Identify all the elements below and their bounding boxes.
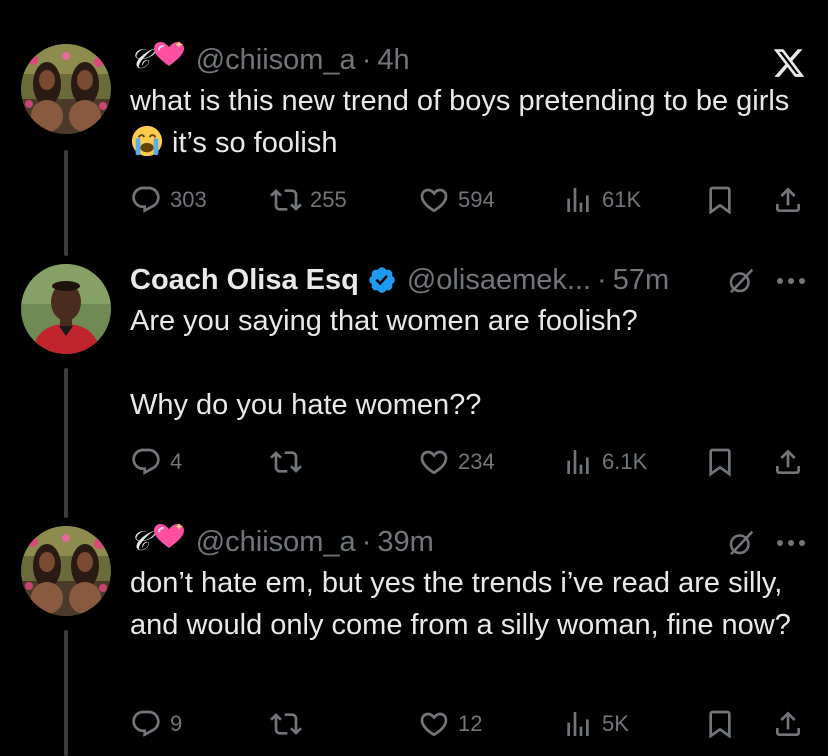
reply-icon (130, 708, 162, 740)
grok-icon[interactable] (726, 528, 756, 558)
like-count: 234 (458, 449, 495, 474)
views-count: 61K (602, 187, 642, 212)
views-count: 6.1K (602, 449, 648, 474)
repost-button[interactable] (270, 704, 310, 744)
handle[interactable]: @chiisom_a (196, 38, 356, 82)
reply-icon (130, 446, 162, 478)
reply-count: 303 (170, 187, 207, 212)
repost-count: 255 (310, 187, 347, 212)
views-count: 5K (602, 711, 629, 736)
top-right-controls (726, 266, 806, 296)
tweet-header: Coach Olisa Esq @olisaemek... · 57m (130, 258, 808, 302)
like-count: 594 (458, 187, 495, 212)
repost-icon (270, 184, 302, 216)
thread-connector-line (64, 630, 68, 756)
top-right-controls (772, 46, 806, 80)
avatar[interactable] (21, 264, 111, 354)
views-icon (562, 184, 594, 216)
tweet-text: Are you saying that women are foolish? W… (130, 305, 638, 421)
thread-connector-line (64, 150, 68, 256)
like-icon (418, 184, 450, 216)
thread-connector-line (64, 368, 68, 518)
tweet-content: Coach Olisa Esq @olisaemek... · 57m Are … (130, 258, 808, 426)
views-icon (562, 446, 594, 478)
reply-count: 9 (170, 711, 183, 736)
loudly-crying-face-icon (131, 125, 163, 157)
reply-button[interactable]: 303 (130, 180, 207, 220)
avatar[interactable] (21, 526, 111, 616)
separator-dot: · (597, 264, 607, 296)
display-name[interactable]: 𝒞 (130, 38, 150, 82)
like-icon (418, 446, 450, 478)
display-name[interactable]: 𝒞 (130, 520, 150, 564)
reply-icon (130, 184, 162, 216)
sparkling-heart-icon (152, 522, 186, 550)
grok-icon[interactable] (726, 266, 756, 296)
tweet-text-part-2: it’s so foolish (172, 127, 338, 159)
timestamp[interactable]: 4h (377, 38, 409, 82)
sparkling-heart-icon (152, 40, 186, 68)
repost-icon (270, 446, 302, 478)
like-button[interactable]: 12 (418, 704, 482, 744)
bookmark-icon (704, 446, 736, 478)
tweet-actions: 4 234 6.1K (130, 442, 808, 482)
bookmark-button[interactable] (704, 704, 736, 744)
views-icon (562, 708, 594, 740)
share-button[interactable] (772, 442, 804, 482)
x-logo-icon[interactable] (772, 46, 806, 80)
handle[interactable]: @chiisom_a (196, 520, 356, 564)
tweet-content: 𝒞 @chiisom_a · 39m don’t hate em, but ye… (130, 520, 808, 646)
tweet-thread: 𝒞 @chiisom_a · 4h what is this new trend… (0, 0, 828, 756)
repost-icon (270, 708, 302, 740)
views-button[interactable]: 6.1K (562, 442, 647, 482)
reply-count: 4 (170, 449, 183, 474)
more-icon[interactable] (776, 277, 806, 285)
like-icon (418, 708, 450, 740)
repost-button[interactable]: 255 (270, 180, 347, 220)
avatar[interactable] (21, 44, 111, 134)
top-right-controls (726, 528, 806, 558)
share-icon (772, 184, 804, 216)
separator-dot: · (361, 44, 372, 76)
timestamp[interactable]: 57m (613, 258, 669, 302)
bookmark-icon (704, 184, 736, 216)
repost-button[interactable] (270, 442, 310, 482)
tweet-actions: 303 255 594 61K (130, 180, 808, 220)
tweet-actions: 9 12 5K (130, 704, 808, 744)
share-icon (772, 708, 804, 740)
share-icon (772, 446, 804, 478)
share-button[interactable] (772, 180, 804, 220)
tweet-content: 𝒞 @chiisom_a · 4h what is this new trend… (130, 38, 808, 164)
verified-badge-icon (369, 267, 395, 293)
handle[interactable]: @olisaemek... (407, 258, 591, 302)
separator-dot: · (361, 526, 372, 558)
bookmark-button[interactable] (704, 180, 736, 220)
views-button[interactable]: 5K (562, 704, 629, 744)
timestamp[interactable]: 39m (377, 520, 433, 564)
tweet-header: 𝒞 @chiisom_a · 4h (130, 38, 808, 82)
bookmark-icon (704, 708, 736, 740)
display-name[interactable]: Coach Olisa Esq (130, 258, 359, 302)
bookmark-button[interactable] (704, 442, 736, 482)
tweet-text: don’t hate em, but yes the trends i’ve r… (130, 567, 791, 641)
like-button[interactable]: 594 (418, 180, 495, 220)
like-count: 12 (458, 711, 483, 736)
tweet-text: what is this new trend of boys pretendin… (130, 80, 808, 164)
reply-button[interactable]: 4 (130, 442, 182, 482)
views-button[interactable]: 61K (562, 180, 641, 220)
share-button[interactable] (772, 704, 804, 744)
reply-button[interactable]: 9 (130, 704, 182, 744)
like-button[interactable]: 234 (418, 442, 495, 482)
more-icon[interactable] (776, 539, 806, 547)
tweet-text-part-1: what is this new trend of boys pretendin… (130, 85, 790, 117)
tweet-header: 𝒞 @chiisom_a · 39m (130, 520, 808, 564)
